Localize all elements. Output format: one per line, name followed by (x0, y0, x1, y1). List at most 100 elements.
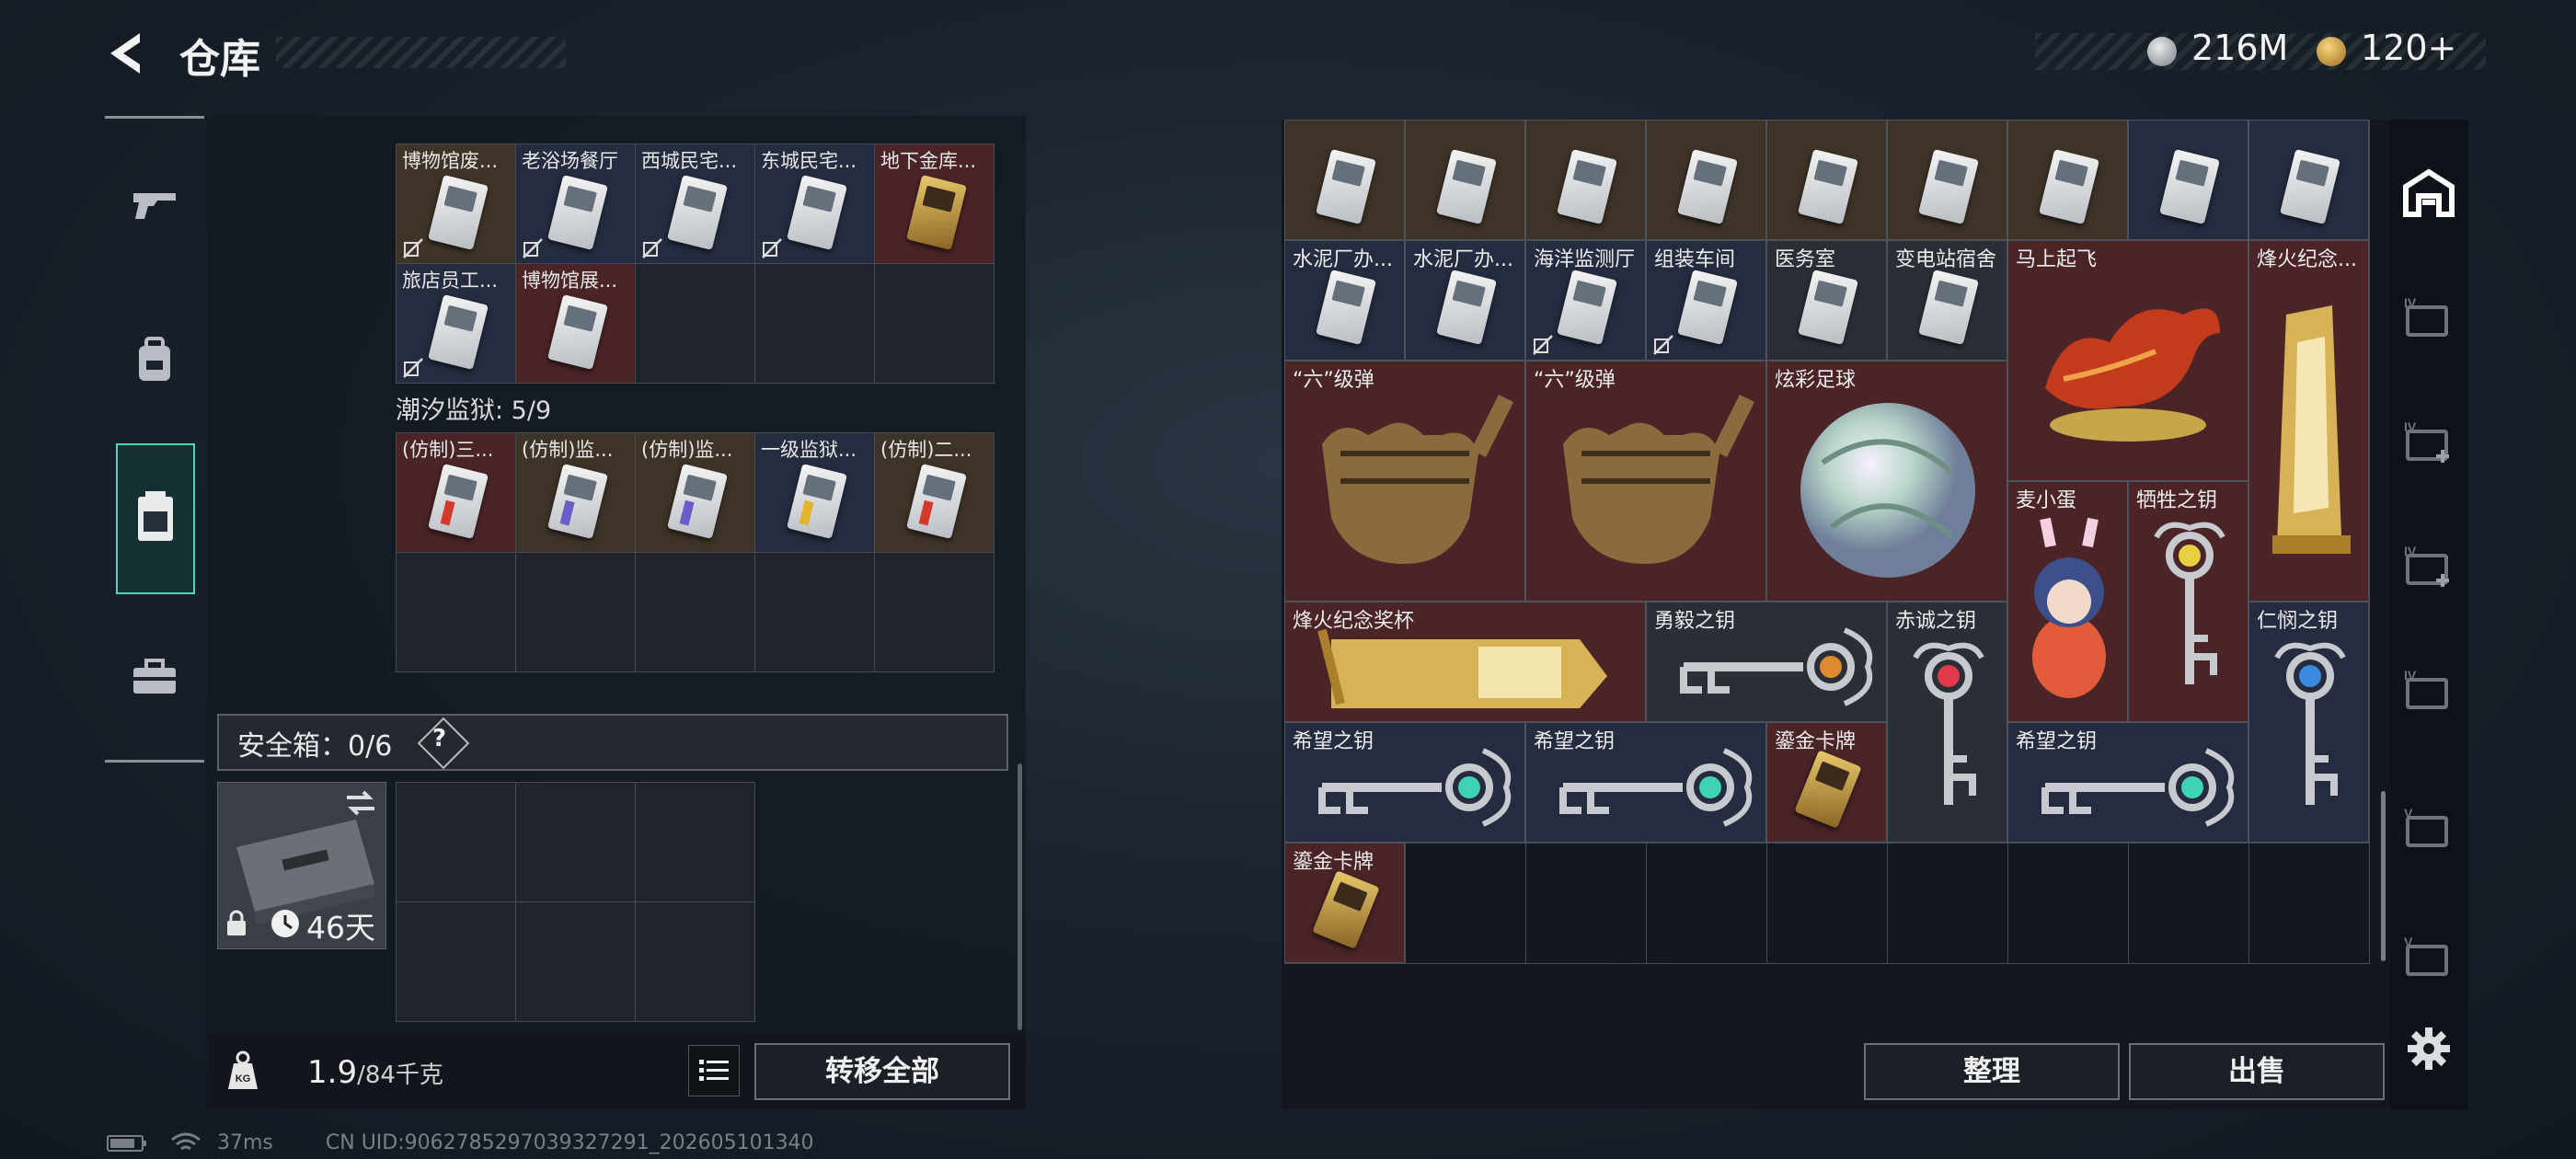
stash-item[interactable] (2248, 120, 2369, 240)
stash-slot[interactable] (1767, 843, 1888, 964)
safe-slot[interactable] (516, 783, 636, 902)
item-slot[interactable]: 老浴场餐厅 (516, 144, 636, 264)
safe-slot[interactable] (636, 902, 755, 1022)
list-icon (699, 1060, 729, 1081)
stash-item[interactable] (1887, 120, 2007, 240)
stash-slot[interactable] (2008, 843, 2129, 964)
safe-slot[interactable] (516, 902, 636, 1022)
keycard-icon (787, 175, 847, 250)
stash-item[interactable]: 赤诚之钥 (1887, 602, 2007, 843)
safe-slot[interactable] (397, 783, 516, 902)
stash-tab[interactable]: IV (2401, 414, 2456, 469)
card-icon (1406, 120, 1524, 239)
stash-slot[interactable] (1888, 843, 2008, 964)
stash-tab[interactable]: IV (2401, 290, 2456, 345)
stash-item[interactable]: 仁悯之钥 (2248, 602, 2369, 843)
stash-tab[interactable]: IV (2401, 662, 2456, 717)
stash-item[interactable]: 希望之钥 (1525, 722, 1766, 843)
list-view-button[interactable] (688, 1045, 740, 1096)
stash-item[interactable]: “六”级弹 (1284, 361, 1525, 602)
stash-item[interactable]: 鎏金卡牌 (1766, 722, 1887, 843)
stash-item[interactable]: 水泥厂办... (1284, 240, 1405, 361)
stash-item[interactable]: 海洋监测厅 (1525, 240, 1646, 361)
stash-scrollbar[interactable] (2381, 791, 2386, 961)
item-slot[interactable]: 地下金库... (875, 144, 995, 264)
transfer-all-button[interactable]: 转移全部 (754, 1043, 1010, 1100)
help-text[interactable]: ? (432, 725, 446, 752)
item-slot[interactable]: (仿制)三... (397, 433, 516, 553)
stash-item[interactable]: 鎏金卡牌 (1284, 843, 1405, 963)
stash-tab[interactable]: V (2401, 929, 2456, 984)
stash-item[interactable] (2007, 120, 2128, 240)
empty-slot[interactable] (755, 264, 875, 384)
item-slot[interactable]: 一级监狱... (755, 433, 875, 553)
empty-slot[interactable] (875, 553, 995, 672)
item-slot[interactable]: 博物馆废... (397, 144, 516, 264)
stash-item[interactable]: 组装车间 (1646, 240, 1766, 361)
settings-button[interactable] (2401, 1021, 2456, 1076)
swap-icon[interactable] (343, 788, 378, 818)
nav-weapons[interactable] (116, 166, 193, 243)
stash-item[interactable] (1646, 120, 1766, 240)
left-scrollbar[interactable] (1018, 763, 1022, 1030)
stash-item[interactable]: 炫彩足球 (1766, 361, 2007, 602)
safe-slot[interactable] (397, 902, 516, 1022)
empty-slot[interactable] (755, 553, 875, 672)
sell-button[interactable]: 出售 (2129, 1043, 2385, 1100)
stash-item[interactable]: 牺牲之钥 (2128, 481, 2248, 722)
stash-slot[interactable] (1526, 843, 1647, 964)
stash-item[interactable]: 变电站宿舍 (1887, 240, 2007, 361)
item-slot[interactable]: (仿制)监... (516, 433, 636, 553)
nav-bottom-divider (105, 760, 204, 763)
nav-backpack[interactable] (116, 322, 193, 399)
stash-item[interactable]: 马上起飞 (2007, 240, 2248, 481)
stash-slot[interactable] (1647, 843, 1767, 964)
sort-button[interactable]: 整理 (1864, 1043, 2120, 1100)
gauntlet-icon (1526, 361, 1765, 601)
stash-tab[interactable]: V (2401, 800, 2456, 855)
stash-slot[interactable] (2129, 843, 2249, 964)
safe-slot[interactable] (636, 783, 755, 902)
stash-item[interactable] (1405, 120, 1525, 240)
item-slot[interactable]: 西城民宅... (636, 144, 755, 264)
item-slot[interactable]: 旅店员工... (397, 264, 516, 384)
empty-slot[interactable] (516, 553, 636, 672)
stash-item[interactable]: 希望之钥 (1284, 722, 1525, 843)
stash-item[interactable]: “六”级弹 (1525, 361, 1766, 602)
keycard-icon (547, 464, 608, 539)
tab-stash-main[interactable] (2401, 166, 2456, 221)
item-name: 海洋监测厅 (1534, 248, 1636, 271)
stash-item[interactable]: 勇毅之钥 (1646, 602, 1887, 722)
item-name: 麦小蛋 (2016, 489, 2077, 512)
empty-slot[interactable] (875, 264, 995, 384)
stash-tab[interactable]: IV (2401, 538, 2456, 593)
item-slot[interactable]: (仿制)二... (875, 433, 995, 553)
gold-amount[interactable]: 120+ (2361, 28, 2456, 68)
item-slot[interactable]: 博物馆展... (516, 264, 636, 384)
empty-slot[interactable] (636, 553, 755, 672)
nav-toolbox[interactable] (116, 638, 193, 716)
item-slot[interactable]: 东城民宅... (755, 144, 875, 264)
back-arrow-icon[interactable] (103, 28, 155, 79)
empty-slot[interactable] (397, 553, 516, 672)
no-transfer-icon (641, 237, 663, 259)
stash-item[interactable] (1525, 120, 1646, 240)
stash-item[interactable] (1284, 120, 1405, 240)
stash-item[interactable]: 医务室 (1766, 240, 1887, 361)
stash-item[interactable]: 烽火纪念奖杯 (1284, 602, 1646, 722)
gold-coin-icon (2317, 37, 2346, 66)
stash-slot[interactable] (1406, 843, 1526, 964)
stash-item[interactable] (2128, 120, 2248, 240)
nav-container-active[interactable] (116, 443, 195, 594)
item-name: 希望之钥 (1534, 730, 1616, 753)
stash-item[interactable]: 麦小蛋 (2007, 481, 2128, 722)
stash-item[interactable]: 希望之钥 (2007, 722, 2248, 843)
empty-slot[interactable] (636, 264, 755, 384)
stash-slot[interactable] (2249, 843, 2370, 964)
item-slot[interactable]: (仿制)监... (636, 433, 755, 553)
trophy-icon (2249, 241, 2368, 601)
stash-item[interactable] (1766, 120, 1887, 240)
stash-item[interactable]: 烽火纪念... (2248, 240, 2369, 602)
card-icon (1888, 120, 2007, 239)
stash-item[interactable]: 水泥厂办... (1405, 240, 1525, 361)
